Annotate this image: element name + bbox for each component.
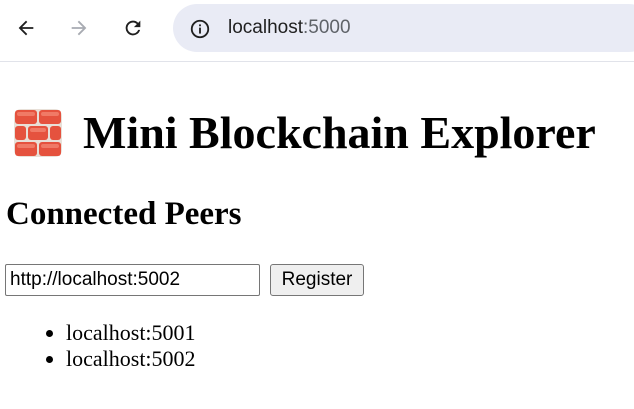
page-title: Mini Blockchain Explorer bbox=[83, 107, 596, 158]
back-button[interactable] bbox=[10, 12, 42, 44]
peer-url-input[interactable] bbox=[5, 264, 260, 296]
peer-list-item: localhost:5002 bbox=[66, 346, 196, 372]
page-header: Mini Blockchain Explorer bbox=[13, 103, 596, 163]
peer-list: localhost:5001 localhost:5002 bbox=[0, 320, 196, 372]
reload-button[interactable] bbox=[117, 12, 149, 44]
browser-toolbar: localhost:5000 bbox=[0, 0, 634, 62]
forward-button[interactable] bbox=[63, 12, 95, 44]
brick-icon bbox=[14, 109, 62, 157]
url-port: :5000 bbox=[303, 17, 351, 38]
forward-arrow-icon bbox=[71, 20, 87, 36]
page-content: Mini Blockchain Explorer Connected Peers… bbox=[0, 63, 634, 409]
register-button[interactable]: Register bbox=[270, 264, 364, 296]
section-title: Connected Peers bbox=[6, 196, 242, 232]
back-arrow-icon bbox=[18, 20, 34, 36]
reload-icon bbox=[125, 20, 141, 36]
info-icon bbox=[190, 19, 210, 39]
url-text[interactable]: localhost:5000 bbox=[228, 16, 351, 40]
peer-list-item: localhost:5001 bbox=[66, 320, 196, 346]
url-host: localhost bbox=[228, 17, 303, 38]
site-info-button[interactable] bbox=[186, 15, 214, 43]
